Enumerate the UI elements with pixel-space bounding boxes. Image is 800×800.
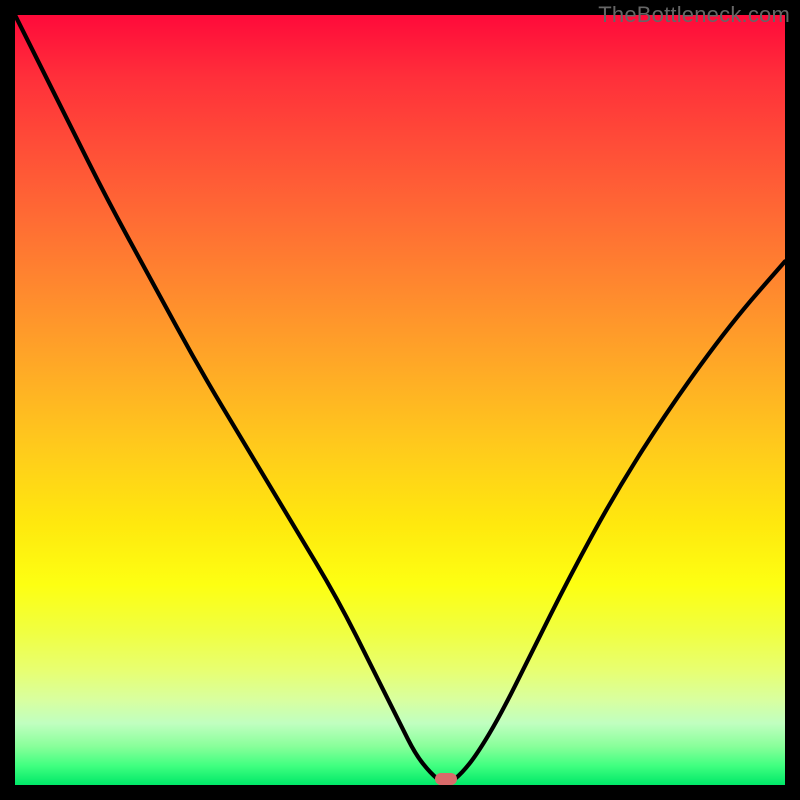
chart-frame: TheBottleneck.com <box>0 0 800 800</box>
watermark-text: TheBottleneck.com <box>598 2 790 28</box>
plot-area <box>15 15 785 785</box>
bottleneck-curve <box>15 15 785 785</box>
minimum-marker <box>435 773 457 785</box>
